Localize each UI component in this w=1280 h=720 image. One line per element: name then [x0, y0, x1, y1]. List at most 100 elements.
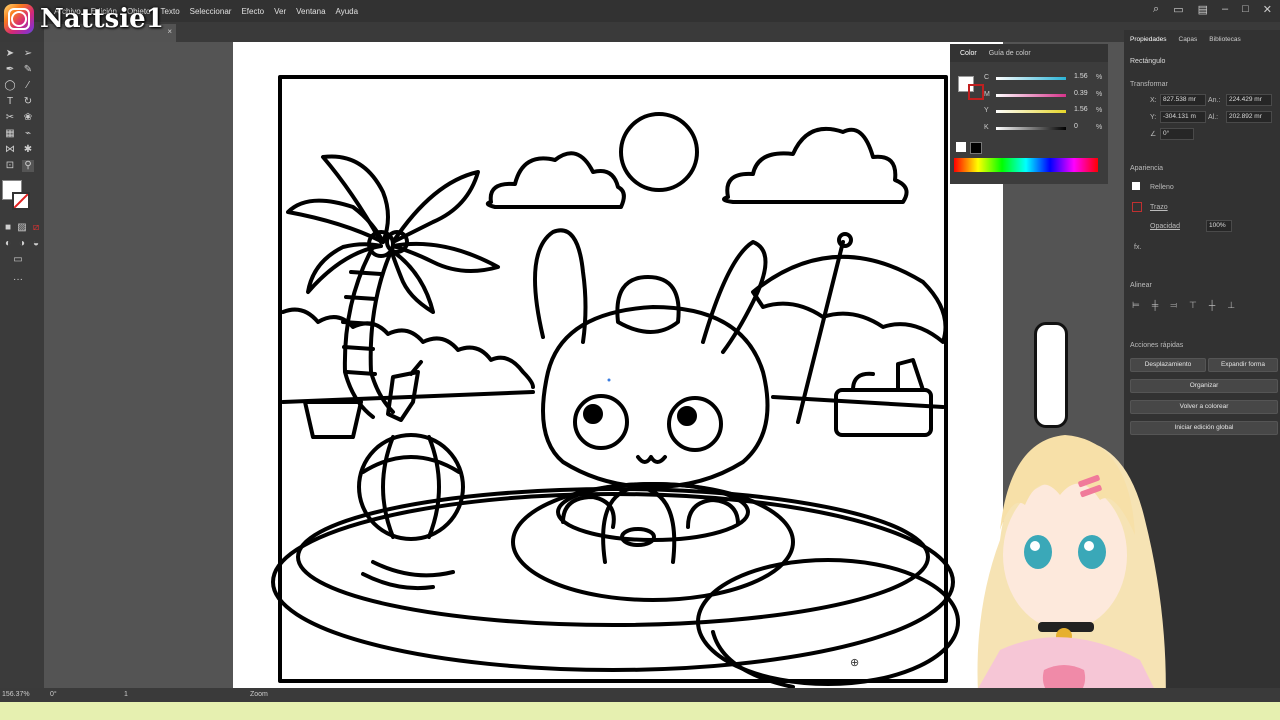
rotation-value[interactable]: 0°: [50, 691, 57, 698]
channel-c-value[interactable]: 1.56: [1074, 73, 1088, 80]
width-label: An.:: [1208, 97, 1221, 104]
align-center-h-icon[interactable]: ╪: [1152, 300, 1158, 311]
tab-libraries[interactable]: Bibliotecas: [1209, 36, 1240, 43]
black-swatch[interactable]: [970, 142, 982, 154]
align-top-icon[interactable]: ⊤: [1189, 300, 1197, 311]
channel-c-slider[interactable]: [996, 77, 1066, 80]
brush-tool-icon[interactable]: ⁄: [22, 80, 34, 92]
opacity-label[interactable]: Opacidad: [1150, 223, 1180, 230]
tab-properties[interactable]: Propiedades: [1130, 36, 1167, 43]
align-right-icon[interactable]: ⫤: [1170, 300, 1177, 311]
tab-layers[interactable]: Capas: [1179, 36, 1198, 43]
cooler-box: [834, 388, 933, 437]
align-buttons: ⊨ ╪ ⫤ ⊤ ┼ ⊥: [1132, 300, 1235, 311]
color-panel-tabs: Color Guía de color: [950, 44, 1108, 62]
streamer-name: Nattsie1: [40, 4, 164, 34]
y-field[interactable]: -304.131 m: [1160, 111, 1206, 123]
channel-y-value[interactable]: 1.56: [1074, 106, 1088, 113]
curvature-tool-icon[interactable]: ✎: [22, 64, 34, 76]
panel-stroke-swatch[interactable]: [968, 84, 984, 100]
x-label: X:: [1150, 97, 1157, 104]
blend-tool-icon[interactable]: ⋈: [4, 144, 16, 156]
channel-c-label: C: [984, 74, 990, 81]
color-spectrum[interactable]: [954, 158, 1098, 172]
x-field[interactable]: 827.538 mr: [1160, 94, 1206, 106]
sun-drawing: [619, 112, 699, 192]
artboard-number[interactable]: 1: [124, 691, 128, 698]
menu-ventana[interactable]: Ventana: [296, 7, 325, 16]
align-left-icon[interactable]: ⊨: [1132, 300, 1140, 311]
workspace-icon[interactable]: ▭: [1173, 3, 1183, 16]
document-tab-bar: ×: [0, 22, 1280, 42]
warp-tool-icon[interactable]: ❀: [22, 112, 34, 124]
height-label: Al.:: [1208, 114, 1219, 121]
symbol-tool-icon[interactable]: ✱: [22, 144, 34, 156]
draw-inside-icon[interactable]: ◒: [30, 238, 42, 250]
menu-seleccionar[interactable]: Seleccionar: [190, 7, 232, 16]
angle-field[interactable]: 0°: [1160, 128, 1194, 140]
width-field[interactable]: 224.429 mr: [1226, 94, 1272, 106]
chick-on-head: [615, 275, 681, 334]
align-bottom-icon[interactable]: ⊥: [1227, 300, 1235, 311]
beach-umbrella: [751, 254, 948, 344]
selection-tool-icon[interactable]: ➤: [4, 48, 16, 60]
expand-shape-button[interactable]: Expandir forma: [1208, 358, 1278, 372]
close-tab-icon[interactable]: ×: [167, 27, 172, 36]
artboard[interactable]: [233, 42, 1003, 688]
channel-m-value[interactable]: 0.39: [1074, 90, 1088, 97]
zoom-level[interactable]: 156.37%: [2, 691, 30, 698]
channel-k-value[interactable]: 0: [1074, 123, 1078, 130]
menu-efecto[interactable]: Efecto: [241, 7, 264, 16]
pen-tool-icon[interactable]: ✒: [4, 64, 16, 76]
direct-selection-tool-icon[interactable]: ➢: [22, 48, 34, 60]
color-mode-icon[interactable]: ■: [2, 222, 14, 234]
coloring-page-illustration[interactable]: [233, 42, 1003, 688]
minimize-icon[interactable]: –: [1222, 3, 1228, 16]
vtuber-avatar: [960, 435, 1170, 720]
type-tool-icon[interactable]: T: [4, 96, 16, 108]
stroke-label[interactable]: Trazo: [1150, 204, 1168, 211]
tab-color[interactable]: Color: [960, 50, 977, 57]
search-icon[interactable]: ⌕: [1153, 3, 1159, 16]
align-title: Alinear: [1130, 282, 1152, 289]
more-tools-icon[interactable]: ···: [12, 274, 24, 286]
menu-ver[interactable]: Ver: [274, 7, 286, 16]
white-swatch[interactable]: [956, 142, 966, 152]
stroke-color-swatch[interactable]: [1132, 202, 1142, 212]
rotate-tool-icon[interactable]: ↻: [22, 96, 34, 108]
channel-y-unit: %: [1096, 107, 1103, 114]
fill-color-swatch[interactable]: [1132, 182, 1140, 190]
shape-builder-tool-icon[interactable]: ▦: [4, 128, 16, 140]
bunny-left-eye: [573, 394, 629, 450]
arrange-icon[interactable]: ▤: [1198, 3, 1208, 16]
gradient-mode-icon[interactable]: ▨: [16, 222, 28, 234]
height-field[interactable]: 202.892 mr: [1226, 111, 1272, 123]
opacity-field[interactable]: 100%: [1206, 220, 1232, 232]
stroke-swatch[interactable]: [12, 192, 30, 210]
artboard-tool-icon[interactable]: ⊡: [4, 160, 16, 172]
channel-m-label: M: [984, 91, 990, 98]
zoom-cursor-icon: ⊕: [850, 657, 860, 669]
channel-c-unit: %: [1096, 74, 1103, 81]
draw-mode-icon[interactable]: ◐: [2, 238, 14, 250]
tab-color-guide[interactable]: Guía de color: [989, 50, 1031, 57]
channel-m-slider[interactable]: [996, 94, 1066, 97]
draw-behind-icon[interactable]: ◑: [16, 238, 28, 250]
tools-panel: ➤ ➢ ✒ ✎ ◯ ⁄ T ↻ ✂ ❀ ▦ ⌁ ⋈ ✱ ⊡ ⚲ ■ ▨ ⧄ ◐ …: [0, 42, 44, 688]
maximize-icon[interactable]: □: [1242, 3, 1249, 16]
channel-y-slider[interactable]: [996, 110, 1066, 113]
scissors-tool-icon[interactable]: ✂: [4, 112, 16, 124]
eyedropper-tool-icon[interactable]: ⌁: [22, 128, 34, 140]
menu-ayuda[interactable]: Ayuda: [336, 7, 359, 16]
ellipse-tool-icon[interactable]: ◯: [4, 80, 16, 92]
none-mode-icon[interactable]: ⧄: [30, 222, 42, 234]
streamer-overlay: Nattsie1: [4, 4, 164, 34]
align-center-v-icon[interactable]: ┼: [1209, 300, 1215, 311]
channel-k-slider[interactable]: [996, 127, 1066, 130]
close-window-icon[interactable]: ✕: [1263, 3, 1272, 16]
screen-mode-icon[interactable]: ▭: [12, 254, 24, 266]
zoom-tool-icon[interactable]: ⚲: [22, 160, 34, 172]
beach-ball: [357, 433, 465, 541]
fx-button[interactable]: fx.: [1134, 244, 1141, 251]
channel-m-unit: %: [1096, 91, 1103, 98]
